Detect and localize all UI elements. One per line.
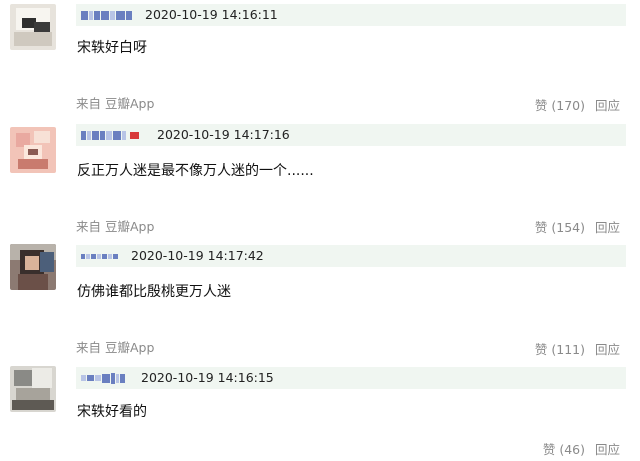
avatar-image: [10, 127, 56, 173]
comment-text: 宋轶好看的: [77, 404, 147, 420]
comment-text: 宋轶好白呀: [77, 40, 147, 56]
reply-button[interactable]: 回应: [595, 341, 620, 359]
comment-text: 仿佛谁都比殷桃更万人迷: [77, 284, 231, 300]
comment-item: 2020-10-19 14:17:16 反正万人迷是最不像万人迷的一个.....…: [0, 122, 640, 242]
like-button[interactable]: 赞 (154): [535, 219, 585, 237]
username-blurred[interactable]: [81, 250, 118, 262]
comment-actions: 赞 (111) 回应: [535, 341, 620, 359]
avatar[interactable]: [10, 4, 56, 50]
comment-actions: 赞 (170) 回应: [535, 97, 620, 115]
comment-source: 来自 豆瓣App: [76, 96, 155, 111]
comment-item: 2020-10-19 14:17:42 仿佛谁都比殷桃更万人迷 来自 豆瓣App…: [0, 242, 640, 362]
username-blurred[interactable]: [81, 372, 125, 384]
comment-text: 反正万人迷是最不像万人迷的一个......: [77, 163, 314, 179]
like-button[interactable]: 赞 (46): [543, 441, 585, 459]
comment-header: 2020-10-19 14:17:42: [76, 245, 626, 267]
comment-timestamp: 2020-10-19 14:17:42: [131, 248, 264, 263]
username-blurred[interactable]: [81, 9, 132, 21]
comment-actions: 赞 (46) 回应: [543, 441, 620, 459]
reply-button[interactable]: 回应: [595, 219, 620, 237]
avatar-image: [10, 4, 56, 50]
avatar-image: [10, 244, 56, 290]
comment-timestamp: 2020-10-19 14:16:11: [145, 7, 278, 22]
comment-item: 2020-10-19 14:16:15 宋轶好看的 赞 (46) 回应: [0, 364, 640, 461]
comment-header: 2020-10-19 14:17:16: [76, 124, 626, 146]
reply-button[interactable]: 回应: [595, 441, 620, 459]
reply-button[interactable]: 回应: [595, 97, 620, 115]
avatar[interactable]: [10, 127, 56, 173]
comment-source: 来自 豆瓣App: [76, 340, 155, 355]
username-blurred[interactable]: [81, 129, 139, 141]
avatar-image: [10, 366, 56, 412]
avatar[interactable]: [10, 366, 56, 412]
comment-header: 2020-10-19 14:16:15: [76, 367, 626, 389]
comment-source: 来自 豆瓣App: [76, 219, 155, 234]
like-button[interactable]: 赞 (111): [535, 341, 585, 359]
like-button[interactable]: 赞 (170): [535, 97, 585, 115]
avatar[interactable]: [10, 244, 56, 290]
comment-actions: 赞 (154) 回应: [535, 219, 620, 237]
comment-header: 2020-10-19 14:16:11: [76, 4, 626, 26]
comment-timestamp: 2020-10-19 14:17:16: [157, 127, 290, 142]
comment-timestamp: 2020-10-19 14:16:15: [141, 370, 274, 385]
